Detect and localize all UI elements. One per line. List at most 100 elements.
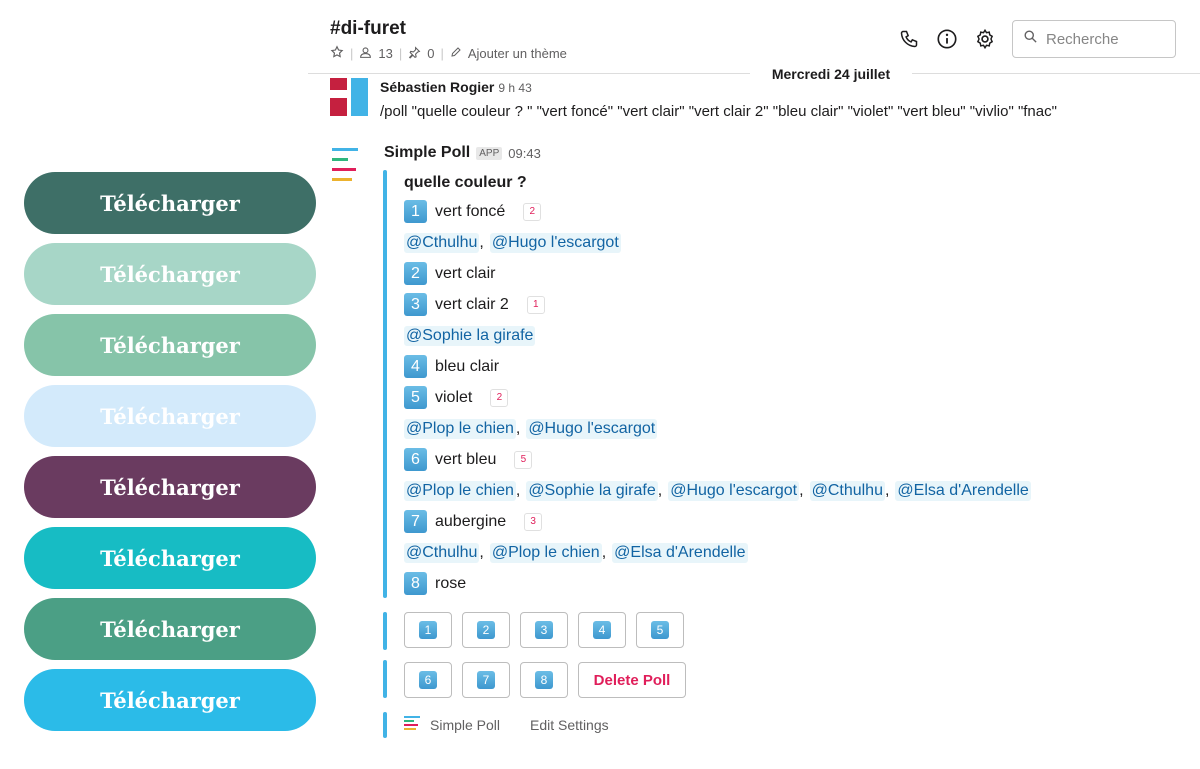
number-key-icon: 2 xyxy=(404,262,427,285)
add-topic-link[interactable]: Ajouter un thème xyxy=(468,46,567,61)
download-button[interactable]: Télécharger xyxy=(24,243,316,305)
user-mention[interactable]: @Sophie la girafe xyxy=(526,480,658,501)
poll-option: 8 rose xyxy=(404,568,1184,599)
voters-list: @Cthulhu, @Hugo l'escargot xyxy=(404,227,1184,258)
meta-separator: | xyxy=(398,46,403,61)
simple-poll-logo[interactable] xyxy=(330,146,360,184)
number-key-icon: 2 xyxy=(477,621,495,639)
mention-separator: , xyxy=(601,543,607,561)
number-key-icon: 5 xyxy=(404,386,427,409)
channel-header: #di-furet | 13 | 0 | Ajouter un thème xyxy=(308,0,1200,74)
vote-button-7[interactable]: 7 xyxy=(462,662,510,698)
number-key-icon: 8 xyxy=(535,671,553,689)
attachment-bar xyxy=(383,612,387,650)
number-key-icon: 3 xyxy=(535,621,553,639)
user-mention[interactable]: @Plop le chien xyxy=(489,542,602,563)
vote-count-badge: 1 xyxy=(526,295,545,314)
pin-icon[interactable] xyxy=(408,45,421,62)
vote-button-4[interactable]: 4 xyxy=(578,612,626,648)
member-count[interactable]: 13 xyxy=(378,46,392,61)
avatar[interactable] xyxy=(328,76,370,118)
star-icon[interactable] xyxy=(330,45,344,62)
vote-button-1[interactable]: 1 xyxy=(404,612,452,648)
phone-icon[interactable] xyxy=(898,28,920,50)
vote-button-8[interactable]: 8 xyxy=(520,662,568,698)
download-button[interactable]: Télécharger xyxy=(24,456,316,518)
user-mention[interactable]: @Elsa d'Arendelle xyxy=(612,542,748,563)
user-mention[interactable]: @Hugo l'escargot xyxy=(668,480,800,501)
delete-poll-button[interactable]: Delete Poll xyxy=(578,662,686,698)
vote-button-row: 6 7 8 Delete Poll xyxy=(404,662,686,698)
search-icon xyxy=(1023,29,1038,49)
download-button[interactable]: Télécharger xyxy=(24,385,316,447)
user-mention[interactable]: @Plop le chien xyxy=(404,418,516,439)
channel-title[interactable]: #di-furet xyxy=(330,18,406,40)
download-button[interactable]: Télécharger xyxy=(24,669,316,731)
poll-option: 4 bleu clair xyxy=(404,351,1184,382)
user-mention[interactable]: @Cthulhu xyxy=(809,480,885,501)
message-text: /poll "quelle couleur ? " "vert foncé" "… xyxy=(380,103,1057,120)
voters-list: @Plop le chien, @Sophie la girafe, @Hugo l… xyxy=(404,475,1184,506)
user-mention[interactable]: @Sophie la girafe xyxy=(404,325,536,346)
poll-option: 1 vert foncé 2 xyxy=(404,196,1184,227)
search-box[interactable] xyxy=(1012,20,1176,58)
pencil-icon xyxy=(450,46,462,61)
meta-separator: | xyxy=(440,46,444,61)
option-label: vert clair xyxy=(435,264,496,282)
poll-option: 7 aubergine 3 xyxy=(404,506,1184,537)
option-label: vert clair 2 xyxy=(435,295,509,313)
poll-footer: Simple Poll Edit Settings xyxy=(404,716,609,733)
poll-option: 2 vert clair xyxy=(404,258,1184,289)
poll-question: quelle couleur ? xyxy=(404,174,527,191)
poll-option: 6 vert bleu 5 xyxy=(404,444,1184,475)
date-divider: Mercredi 24 juillet xyxy=(750,64,912,84)
attachment-bar xyxy=(383,660,387,698)
info-icon[interactable] xyxy=(936,28,958,50)
option-label: bleu clair xyxy=(435,357,500,375)
user-mention[interactable]: @Cthulhu xyxy=(404,232,480,253)
user-mention[interactable]: @Hugo l'escargot xyxy=(489,232,621,253)
user-mention[interactable]: @Cthulhu xyxy=(404,542,480,563)
poll-option: 5 violet 2 xyxy=(404,382,1184,413)
vote-button-6[interactable]: 6 xyxy=(404,662,452,698)
number-key-icon: 6 xyxy=(404,448,427,471)
download-button[interactable]: Télécharger xyxy=(24,598,316,660)
footer-app-name[interactable]: Simple Poll xyxy=(430,717,500,733)
number-key-icon: 1 xyxy=(404,200,427,223)
attachment-bar xyxy=(383,170,387,598)
pin-count[interactable]: 0 xyxy=(427,46,434,61)
member-icon[interactable] xyxy=(359,46,372,62)
vote-button-2[interactable]: 2 xyxy=(462,612,510,648)
voters-list: @Plop le chien, @Hugo l'escargot xyxy=(404,413,1184,444)
vote-button-3[interactable]: 3 xyxy=(520,612,568,648)
vote-count-badge: 5 xyxy=(514,450,533,469)
search-input[interactable] xyxy=(1046,30,1166,48)
message-time[interactable]: 9 h 43 xyxy=(498,81,531,95)
author-name[interactable]: Sébastien Rogier xyxy=(380,79,494,95)
number-key-icon: 7 xyxy=(404,510,427,533)
edit-settings-link[interactable]: Edit Settings xyxy=(530,717,609,733)
download-button[interactable]: Télécharger xyxy=(24,527,316,589)
mention-separator: , xyxy=(884,481,890,499)
option-label: violet xyxy=(435,388,473,406)
download-button[interactable]: Télécharger xyxy=(24,314,316,376)
number-key-icon: 5 xyxy=(651,621,669,639)
app-name[interactable]: Simple Poll xyxy=(384,144,470,162)
poll-options: 1 vert foncé 2 @Cthulhu, @Hugo l'escargot 2 ve… xyxy=(404,196,1184,599)
gear-icon[interactable] xyxy=(974,28,996,50)
vote-count-badge: 3 xyxy=(524,512,543,531)
user-mention[interactable]: @Hugo l'escargot xyxy=(526,418,658,439)
poll-option: 3 vert clair 2 1 xyxy=(404,289,1184,320)
user-mention[interactable]: @Plop le chien xyxy=(404,480,516,501)
voters-list: @Sophie la girafe xyxy=(404,320,1184,351)
option-label: rose xyxy=(435,574,467,592)
number-key-icon: 8 xyxy=(404,572,427,595)
option-label: aubergine xyxy=(435,512,507,530)
message-author[interactable]: Sébastien Rogier 9 h 43 xyxy=(380,79,532,95)
download-button[interactable]: Télécharger xyxy=(24,172,316,234)
mention-separator: , xyxy=(479,233,484,251)
number-key-icon: 4 xyxy=(593,621,611,639)
user-mention[interactable]: @Elsa d'Arendelle xyxy=(895,480,1031,501)
vote-button-5[interactable]: 5 xyxy=(636,612,684,648)
poll-time[interactable]: 09:43 xyxy=(508,146,541,161)
